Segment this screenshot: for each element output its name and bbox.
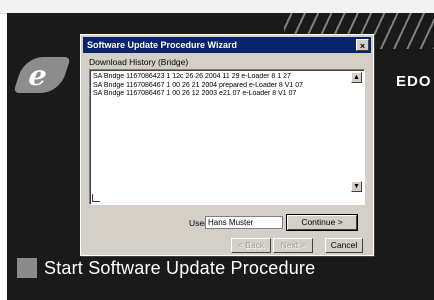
dialog-title: Software Update Procedure Wizard bbox=[87, 40, 237, 50]
brand-logo-letter: e bbox=[26, 59, 49, 92]
start-square-icon[interactable] bbox=[17, 258, 37, 278]
start-update-label[interactable]: Start Software Update Procedure bbox=[44, 258, 315, 279]
next-button[interactable]: Next > bbox=[273, 238, 313, 253]
download-history-list[interactable]: SA Bridge 1167086423 1 12c 26 26 2004 11… bbox=[89, 69, 365, 205]
history-rows: SA Bridge 1167086423 1 12c 26 26 2004 11… bbox=[93, 73, 350, 99]
list-item[interactable]: SA Bridge 1167086423 1 12c 26 26 2004 11… bbox=[93, 73, 350, 82]
download-history-label: Download History (Bridge) bbox=[89, 57, 189, 67]
continue-button[interactable]: Continue > bbox=[286, 214, 358, 231]
window-top-strip bbox=[0, 0, 434, 14]
list-item[interactable]: SA Bridge 1167086467 1 00 26 12 2003 e21… bbox=[93, 90, 350, 99]
back-button[interactable]: < Back bbox=[231, 238, 271, 253]
scroll-down-icon[interactable]: ▼ bbox=[351, 181, 362, 192]
userid-input[interactable] bbox=[205, 216, 283, 229]
dialog-titlebar[interactable]: Software Update Procedure Wizard × bbox=[83, 37, 371, 53]
scroll-up-icon[interactable]: ▲ bbox=[351, 72, 362, 83]
update-wizard-dialog: Software Update Procedure Wizard × Downl… bbox=[80, 34, 374, 256]
brand-logo-icon: e bbox=[13, 57, 71, 93]
cancel-button[interactable]: Cancel bbox=[325, 238, 363, 253]
corner-icon bbox=[92, 194, 100, 202]
list-item[interactable]: SA Bridge 1167086467 1 00 26 21 2004 pre… bbox=[93, 82, 350, 91]
brand-name: EDO bbox=[396, 73, 432, 90]
close-button[interactable]: × bbox=[356, 39, 369, 51]
